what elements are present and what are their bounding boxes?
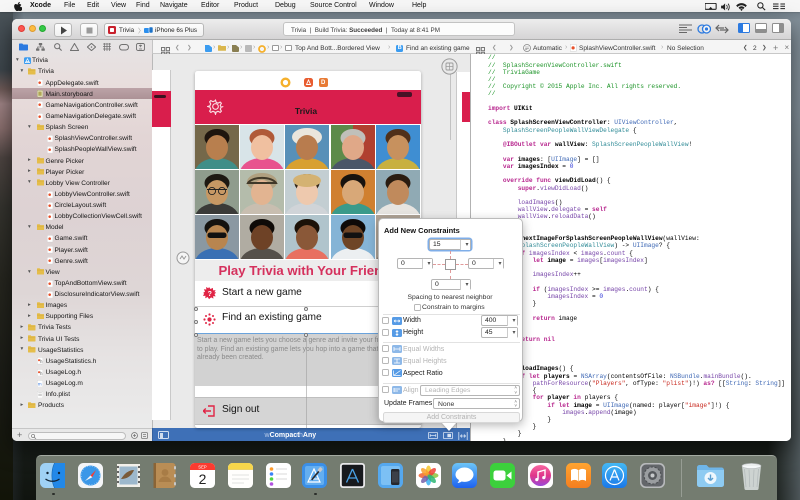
svg-text:m: m bbox=[37, 381, 41, 386]
svg-text:SEP: SEP bbox=[198, 465, 207, 470]
svg-text:?: ? bbox=[208, 291, 212, 298]
svg-text:2: 2 bbox=[199, 471, 207, 487]
